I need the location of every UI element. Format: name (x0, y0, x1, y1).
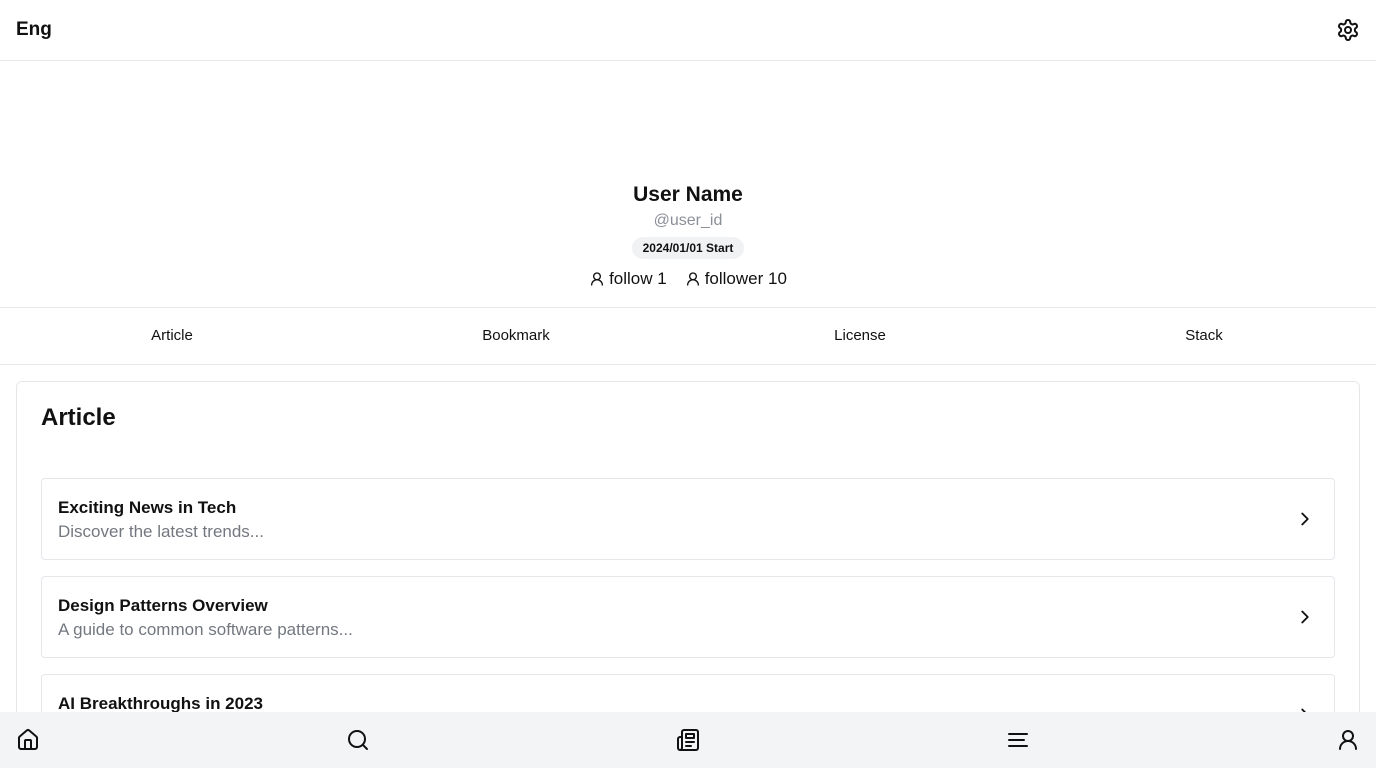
nav-menu-button[interactable] (1006, 728, 1030, 752)
home-icon (18, 729, 38, 750)
language-toggle[interactable]: Eng (16, 19, 52, 41)
tab-article[interactable]: Article (0, 308, 344, 364)
follow-link[interactable]: follow 1 (589, 269, 667, 289)
user-name: User Name (633, 183, 743, 206)
article-title: Exciting News in Tech (58, 498, 237, 517)
top-bar: Eng (0, 0, 1376, 61)
article-item[interactable]: Exciting News in Tech Discover the lates… (41, 478, 1335, 560)
follower-count: follower 10 (704, 269, 787, 288)
nav-articles-button[interactable] (676, 728, 700, 752)
follow-count: follow 1 (609, 269, 667, 288)
article-card: Article Exciting News in Tech Discover t… (16, 381, 1360, 768)
tab-license[interactable]: License (688, 308, 1032, 364)
nav-search-button[interactable] (346, 728, 370, 752)
user-icon (686, 272, 699, 286)
article-title: Design Patterns Overview (58, 596, 268, 615)
start-date-badge: 2024/01/01 Start (631, 237, 745, 259)
search-icon (348, 730, 368, 750)
follower-link[interactable]: follower 10 (685, 269, 787, 289)
newspaper-icon (677, 729, 699, 751)
nav-home-button[interactable] (16, 728, 40, 752)
user-icon (591, 272, 604, 286)
tab-bookmark[interactable]: Bookmark (344, 308, 688, 364)
user-icon (1339, 730, 1357, 750)
article-description: Discover the latest trends... (58, 522, 264, 541)
tab-stack[interactable]: Stack (1032, 308, 1376, 364)
nav-profile-button[interactable] (1336, 728, 1360, 752)
article-item[interactable]: Design Patterns Overview A guide to comm… (41, 576, 1335, 658)
follow-stats: follow 1 follower 10 (589, 269, 787, 289)
chevron-right-icon (1301, 610, 1309, 624)
gear-icon (1338, 19, 1358, 41)
profile-tabs: Article Bookmark License Stack (0, 307, 1376, 365)
menu-icon (1008, 733, 1028, 747)
profile-page: Eng User Name @user_id 2024/01/01 Start … (0, 0, 1376, 768)
article-title: AI Breakthroughs in 2023 (58, 694, 264, 713)
profile-section: User Name @user_id 2024/01/01 Start foll… (0, 61, 1376, 307)
article-description: A guide to common software patterns... (58, 620, 353, 639)
user-handle: @user_id (653, 212, 723, 229)
article-heading: Article (41, 404, 116, 431)
settings-button[interactable] (1336, 18, 1360, 42)
chevron-right-icon (1301, 512, 1309, 526)
bottom-nav (0, 712, 1376, 768)
